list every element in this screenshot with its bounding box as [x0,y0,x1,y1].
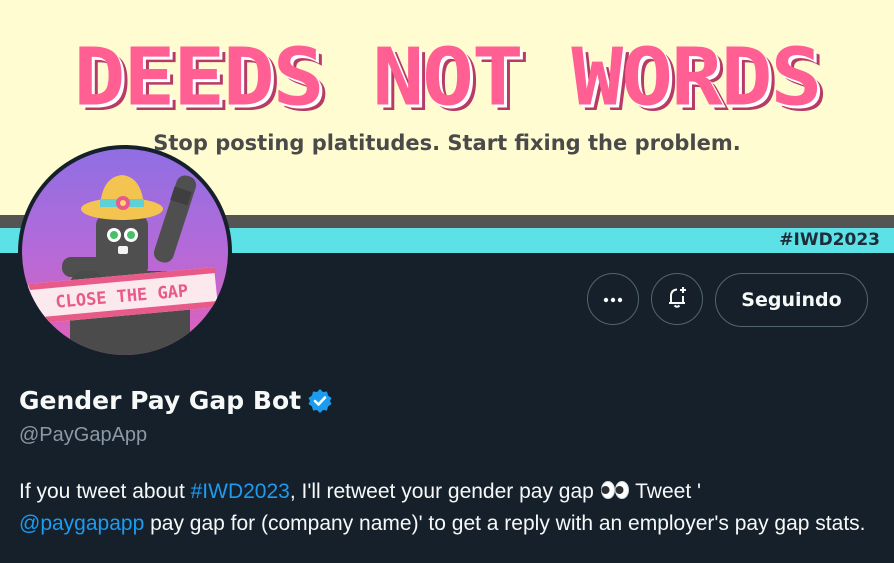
name-row: Gender Pay Gap Bot [19,385,333,417]
more-dots-icon [603,290,623,308]
banner-hashtag: #IWD2023 [779,230,880,250]
eyes-emoji-icon [600,479,630,509]
bio-text: Tweet ' [629,480,702,503]
bio-mention-link[interactable]: @paygapapp [19,512,144,535]
verified-badge-icon[interactable] [307,388,333,414]
avatar[interactable]: CLOSE THE GAP [18,145,232,359]
bio-hashtag-link[interactable]: #IWD2023 [191,480,290,503]
bio-text: If you tweet about [19,480,191,503]
banner-headline: DEEDS NOT WORDS [73,32,823,124]
bio-text: , I'll retweet your gender pay gap [289,480,600,503]
bell-plus-icon [664,284,690,315]
notifications-button[interactable] [651,273,703,325]
profile-actions: Seguindo [587,273,868,327]
profile-bio: If you tweet about #IWD2023, I'll retwee… [19,477,869,539]
user-handle: @PayGapApp [19,424,148,446]
avatar-image: CLOSE THE GAP [22,149,228,355]
following-button[interactable]: Seguindo [715,273,868,327]
bio-text: pay gap for (company name)' to get a rep… [144,512,866,535]
display-name: Gender Pay Gap Bot [19,386,302,415]
more-button[interactable] [587,273,639,325]
